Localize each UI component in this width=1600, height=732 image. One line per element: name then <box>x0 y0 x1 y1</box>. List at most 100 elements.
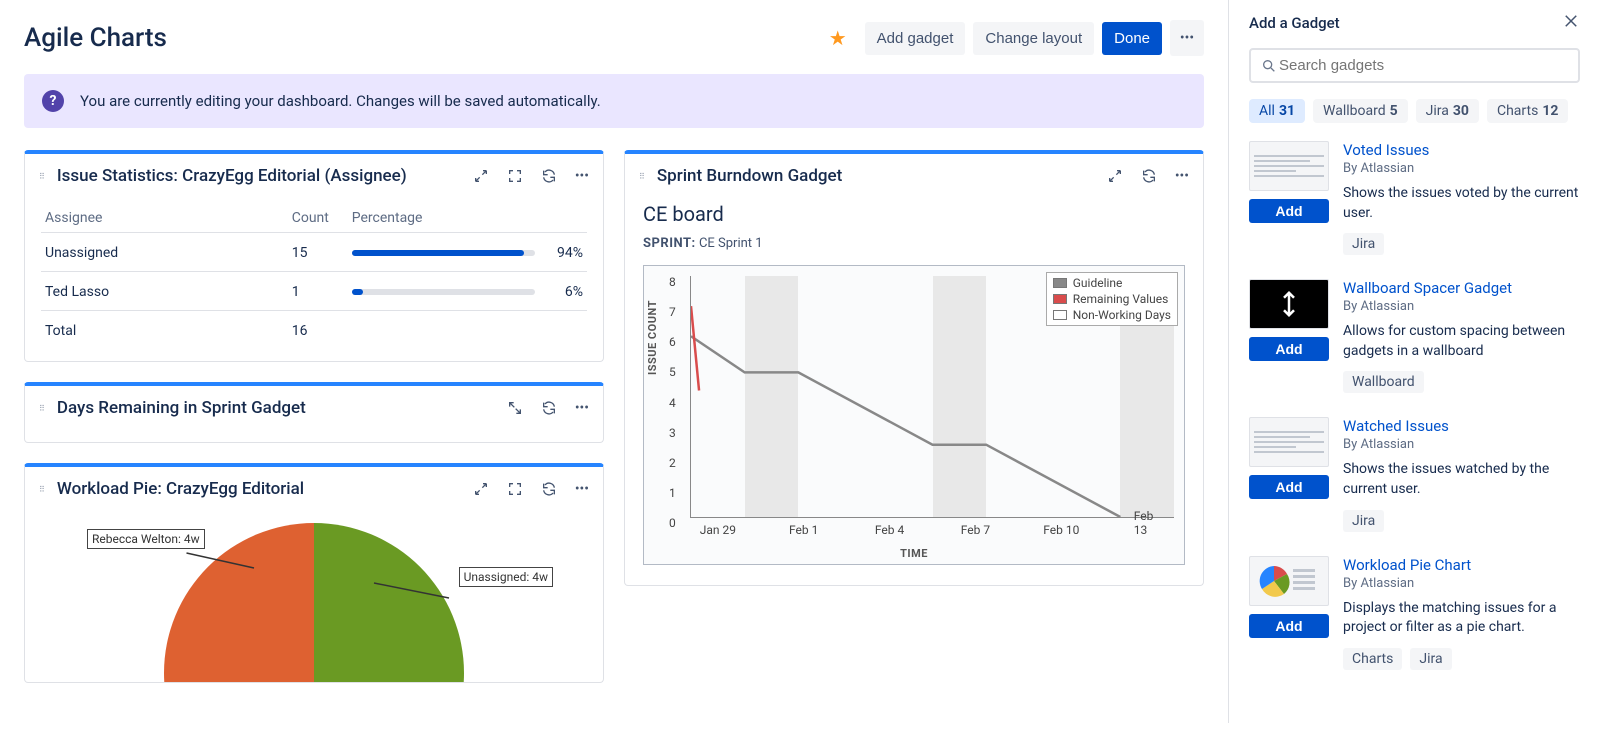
gadget-tag[interactable]: Jira <box>1343 233 1384 255</box>
workload-pie-widget: ⠿ Workload Pie: CrazyEgg Editorial <box>24 463 604 683</box>
days-remaining-widget: ⠿ Days Remaining in Sprint Gadget ••• <box>24 382 604 443</box>
collapse-icon[interactable] <box>473 481 489 497</box>
filter-pill[interactable]: All31 <box>1249 99 1305 123</box>
drag-handle-icon[interactable]: ⠿ <box>39 485 47 494</box>
more-icon[interactable]: ••• <box>575 168 589 184</box>
assignee-cell: Ted Lasso <box>41 272 288 311</box>
assignee-cell: Unassigned <box>41 233 288 272</box>
search-gadgets-input[interactable] <box>1277 56 1568 75</box>
filter-pill[interactable]: Wallboard5 <box>1313 99 1408 123</box>
more-icon[interactable]: ••• <box>1175 168 1189 184</box>
gadget-tag[interactable]: Jira <box>1410 648 1451 670</box>
pie-chart: Rebecca Welton: 4w Unassigned: 4w <box>25 511 603 683</box>
filter-pill[interactable]: Charts12 <box>1487 99 1568 123</box>
sprint-burndown-widget: ⠿ Sprint Burndown Gadget ••• <box>624 150 1204 586</box>
drag-handle-icon[interactable]: ⠿ <box>39 172 47 181</box>
table-row: Unassigned 15 94% <box>41 233 587 272</box>
percentage-label: 6% <box>547 284 583 300</box>
widget-title: Sprint Burndown Gadget <box>657 166 1107 186</box>
change-layout-button[interactable]: Change layout <box>973 22 1094 55</box>
gadget-item: Add Watched Issues By Atlassian Shows th… <box>1249 417 1580 531</box>
expand-icon[interactable] <box>507 400 523 416</box>
x-axis-label: TIME <box>900 547 928 560</box>
add-gadget-button[interactable]: Add <box>1249 475 1329 499</box>
fullscreen-icon[interactable] <box>507 481 523 497</box>
chart-legend: Guideline Remaining Values Non-Working D… <box>1046 272 1178 326</box>
gadget-item: Add Voted Issues By Atlassian Shows the … <box>1249 141 1580 255</box>
total-label: Total <box>41 311 288 350</box>
gadget-item: Add Workload Pie Chart By Atlassian Disp… <box>1249 556 1580 670</box>
more-actions-button[interactable]: ••• <box>1170 20 1204 56</box>
col-assignee: Assignee <box>41 204 288 233</box>
more-icon[interactable]: ••• <box>575 400 589 416</box>
refresh-icon[interactable] <box>541 400 557 416</box>
gadget-title[interactable]: Watched Issues <box>1343 417 1580 435</box>
issue-stats-table: Assignee Count Percentage Unassigned 15 … <box>41 204 587 349</box>
drag-handle-icon[interactable]: ⠿ <box>639 172 647 181</box>
add-gadget-button[interactable]: Add gadget <box>865 22 966 55</box>
collapse-icon[interactable] <box>1107 168 1123 184</box>
gadget-filters: All31 Wallboard5 Jira30 Charts12 <box>1249 99 1580 123</box>
gadget-thumbnail <box>1249 417 1329 467</box>
gadget-thumbnail <box>1249 279 1329 329</box>
gadget-author: By Atlassian <box>1343 161 1580 176</box>
gadget-title[interactable]: Voted Issues <box>1343 141 1580 159</box>
gadget-thumbnail <box>1249 556 1329 606</box>
percentage-bar <box>352 289 535 295</box>
page-title: Agile Charts <box>24 23 167 53</box>
col-percentage: Percentage <box>348 204 587 233</box>
add-gadget-sidebar: Add a Gadget All31 Wallboard5 Jira30 Charts… <box>1228 0 1600 723</box>
burndown-board: CE board <box>643 202 1185 226</box>
gadget-item: Add Wallboard Spacer Gadget By Atlassian… <box>1249 279 1580 393</box>
gadget-description: Shows the issues watched by the current … <box>1343 460 1580 499</box>
pie-slice-label: Unassigned: 4w <box>459 567 553 587</box>
more-icon: ••• <box>1180 30 1194 46</box>
more-icon[interactable]: ••• <box>575 481 589 497</box>
add-gadget-button[interactable]: Add <box>1249 199 1329 223</box>
percentage-label: 94% <box>547 245 583 261</box>
table-row: Ted Lasso 1 6% <box>41 272 587 311</box>
page-header: Agile Charts ★ Add gadget Change layout … <box>24 20 1204 56</box>
total-count: 16 <box>288 311 348 350</box>
count-cell: 15 <box>288 233 348 272</box>
gadget-title[interactable]: Workload Pie Chart <box>1343 556 1580 574</box>
gadget-thumbnail <box>1249 141 1329 191</box>
gadget-description: Allows for custom spacing between gadget… <box>1343 322 1580 361</box>
gadget-title[interactable]: Wallboard Spacer Gadget <box>1343 279 1580 297</box>
gadget-tag[interactable]: Jira <box>1343 510 1384 532</box>
refresh-icon[interactable] <box>541 168 557 184</box>
gadget-tag[interactable]: Wallboard <box>1343 371 1424 393</box>
gadget-author: By Atlassian <box>1343 576 1580 591</box>
help-icon: ? <box>42 90 64 112</box>
star-icon[interactable]: ★ <box>829 26 847 50</box>
add-gadget-button[interactable]: Add <box>1249 337 1329 361</box>
gadget-description: Shows the issues voted by the current us… <box>1343 184 1580 223</box>
done-button[interactable]: Done <box>1102 22 1162 55</box>
banner-text: You are currently editing your dashboard… <box>80 92 601 110</box>
burndown-chart: Guideline Remaining Values Non-Working D… <box>643 265 1185 565</box>
search-gadgets-wrap[interactable] <box>1249 48 1580 83</box>
gadget-tag[interactable]: Charts <box>1343 648 1402 670</box>
pie-slice-label: Rebecca Welton: 4w <box>87 529 205 549</box>
widget-title: Issue Statistics: CrazyEgg Editorial (As… <box>57 166 473 186</box>
percentage-bar <box>352 250 535 256</box>
issue-statistics-widget: ⠿ Issue Statistics: CrazyEgg Editorial (… <box>24 150 604 362</box>
add-gadget-button[interactable]: Add <box>1249 614 1329 638</box>
widget-title: Days Remaining in Sprint Gadget <box>57 398 507 418</box>
editing-banner: ? You are currently editing your dashboa… <box>24 74 1204 128</box>
gadget-author: By Atlassian <box>1343 437 1580 452</box>
gadget-author: By Atlassian <box>1343 299 1580 314</box>
sidebar-title: Add a Gadget <box>1249 14 1562 32</box>
count-cell: 1 <box>288 272 348 311</box>
refresh-icon[interactable] <box>541 481 557 497</box>
fullscreen-icon[interactable] <box>507 168 523 184</box>
search-icon <box>1261 58 1277 74</box>
collapse-icon[interactable] <box>473 168 489 184</box>
y-axis-label: ISSUE COUNT <box>646 300 659 375</box>
widget-title: Workload Pie: CrazyEgg Editorial <box>57 479 473 499</box>
burndown-sprint: SPRINT: CE Sprint 1 <box>643 236 1185 251</box>
filter-pill[interactable]: Jira30 <box>1416 99 1479 123</box>
close-icon[interactable] <box>1562 12 1580 34</box>
drag-handle-icon[interactable]: ⠿ <box>39 404 47 413</box>
refresh-icon[interactable] <box>1141 168 1157 184</box>
